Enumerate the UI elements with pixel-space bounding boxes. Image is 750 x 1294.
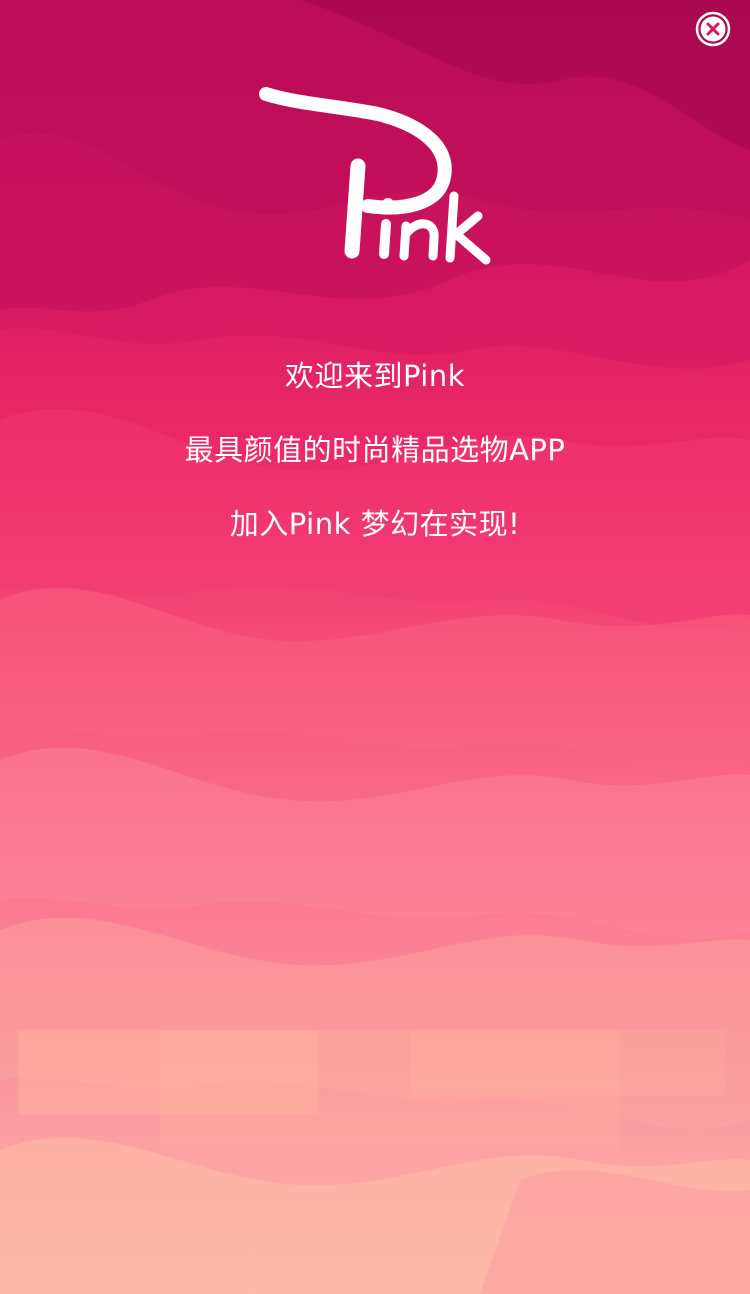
welcome-slogan: 加入Pink 梦幻在实现! — [229, 507, 521, 541]
welcome-screen: 欢迎来到Pink 最具颜值的时尚精品选物APP 加入Pink 梦幻在实现! — [0, 0, 750, 1294]
close-button[interactable] — [695, 11, 731, 47]
welcome-tagline: 最具颜值的时尚精品选物APP — [184, 433, 566, 467]
brand-logo — [258, 86, 494, 270]
close-circle-icon — [695, 11, 731, 47]
welcome-title: 欢迎来到Pink — [284, 359, 466, 393]
blur-region — [410, 1030, 725, 1095]
